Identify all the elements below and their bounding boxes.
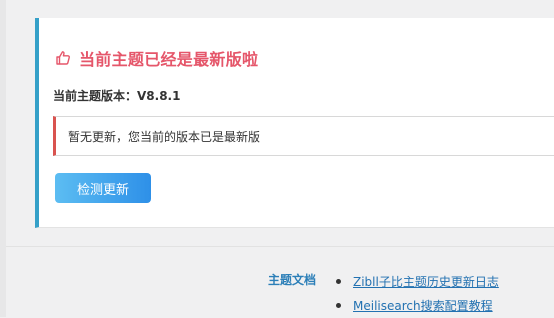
version-label: 当前主题版本： [53,89,138,103]
check-update-button[interactable]: 检测更新 [55,173,151,203]
version-row: 当前主题版本：V8.8.1 [53,87,180,104]
footer-divider [6,246,554,247]
update-status-title: 当前主题已经是最新版啦 [79,50,259,69]
list-item: Meilisearch搜索配置教程 [336,294,499,316]
bullet-icon [336,302,341,308]
version-value: V8.8.1 [137,89,181,103]
title-row: 当前主题已经是最新版啦 [55,46,258,70]
list-item: Zibll子比主题历史更新日志 [336,270,499,292]
update-card: 当前主题已经是最新版啦 当前主题版本：V8.8.1 暂无更新，您当前的版本已是最… [35,18,554,228]
footer-label: 主题文档 [268,273,317,287]
update-notice: 暂无更新，您当前的版本已是最新版 [53,116,554,156]
notice-text: 暂无更新，您当前的版本已是最新版 [68,129,261,144]
bullet-icon [336,278,341,284]
changelog-link[interactable]: Zibll子比主题历史更新日志 [353,273,499,290]
footer-links: Zibll子比主题历史更新日志 Meilisearch搜索配置教程 [336,270,499,318]
left-strip [0,0,6,317]
meilisearch-guide-link[interactable]: Meilisearch搜索配置教程 [353,297,493,314]
thumbs-up-icon [55,50,71,66]
